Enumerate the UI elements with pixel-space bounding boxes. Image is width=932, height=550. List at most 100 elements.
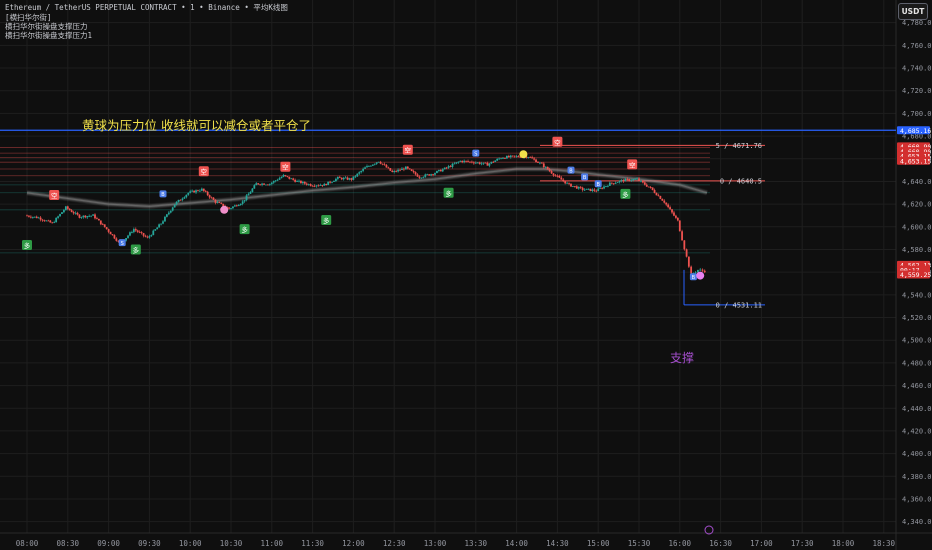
candle [131, 232, 133, 233]
x-tick-label: 17:00 [750, 539, 773, 548]
candle [645, 184, 648, 187]
candle [245, 195, 248, 201]
signal-ball[interactable] [220, 205, 229, 214]
candle [546, 166, 549, 170]
candle [445, 167, 448, 169]
currency-button[interactable]: USDT [898, 3, 928, 20]
candle [373, 163, 376, 165]
candle [453, 163, 456, 165]
candle [393, 171, 396, 173]
candle [261, 183, 263, 185]
candle [502, 158, 504, 159]
y-tick-label: 4,360.00 [902, 495, 932, 503]
candle [507, 155, 510, 158]
candle [542, 163, 545, 168]
candle [362, 168, 365, 171]
candle [111, 234, 114, 236]
level-label: 5 / 4671.76 [716, 142, 762, 150]
x-tick-label: 11:30 [301, 539, 324, 548]
candle [235, 205, 238, 207]
candle [103, 224, 106, 228]
candle [439, 169, 442, 172]
candle [183, 197, 186, 199]
candle [208, 195, 211, 198]
candle [387, 167, 390, 169]
candle [233, 205, 236, 207]
candle [449, 166, 452, 168]
signal-label: 空 [282, 163, 289, 172]
chart-canvas[interactable]: 4,780.00 4,760.00 4,740.00 4,720.00 4,700.00… [0, 0, 932, 550]
candle [515, 156, 518, 157]
price-chart[interactable]: 4,780.00 4,760.00 4,740.00 4,720.00 4,700.00… [0, 0, 932, 550]
x-tick-label: 11:00 [261, 539, 284, 548]
candle [389, 168, 392, 171]
candle [278, 178, 281, 180]
candle [505, 155, 508, 159]
candle [49, 220, 52, 223]
candle [383, 164, 386, 166]
candle [492, 161, 495, 163]
candle [416, 174, 419, 177]
candle [354, 176, 357, 178]
price-tag-label: 4,685.16 [900, 127, 931, 135]
indicator-label-1[interactable]: [横扫华尔街] [5, 13, 52, 22]
signal-label: B [596, 182, 600, 188]
candle [255, 183, 258, 186]
candle [202, 188, 205, 191]
candle [214, 199, 217, 203]
candle [488, 163, 491, 166]
signal-label: B [161, 192, 165, 198]
candle [618, 180, 621, 183]
symbol-title[interactable]: Ethereum / TetherUS PERPETUAL CONTRACT •… [5, 3, 288, 12]
candle [572, 186, 574, 187]
candle [694, 272, 697, 273]
candle [164, 216, 166, 222]
candle [673, 212, 675, 216]
candle [540, 162, 543, 164]
signal-label: 空 [201, 167, 208, 176]
candle [577, 186, 580, 189]
candle [531, 157, 534, 159]
y-tick-label: 4,760.00 [902, 42, 932, 50]
y-tick-label: 4,500.00 [902, 337, 932, 345]
candle [568, 182, 570, 184]
candle [657, 195, 660, 197]
candle [548, 169, 551, 172]
indicator-label-3[interactable]: 横扫华尔街操盘支撑压力1 [5, 31, 92, 40]
candle [496, 158, 499, 161]
candle [109, 231, 112, 235]
candle [589, 188, 592, 192]
candle [140, 232, 143, 234]
level-label: 0 / 4531.11 [716, 301, 762, 309]
candle [282, 175, 285, 177]
candle [517, 156, 520, 157]
candle [420, 177, 423, 179]
signal-ball[interactable] [519, 150, 528, 159]
x-tick-label: 08:30 [57, 539, 80, 548]
candle [177, 199, 180, 202]
candle [469, 161, 471, 163]
x-tick-label: 14:00 [505, 539, 528, 548]
candle [115, 238, 118, 241]
y-tick-label: 4,700.00 [902, 110, 932, 118]
candle [683, 240, 686, 250]
candle [195, 190, 197, 193]
candle [66, 206, 69, 209]
x-tick-label: 13:30 [465, 539, 488, 548]
candle [397, 169, 399, 172]
candle [360, 170, 363, 173]
candle [193, 190, 195, 193]
candle [239, 203, 242, 206]
price-tag-label: 4,653.15 [900, 157, 931, 165]
candle [338, 176, 341, 178]
candle [323, 183, 326, 186]
candle [474, 162, 477, 164]
indicator-label-2[interactable]: 横扫华尔街操盘支撑压力 [5, 22, 88, 31]
candle [371, 164, 374, 166]
candle [26, 215, 28, 217]
signal-ball[interactable] [696, 271, 705, 280]
candle [581, 187, 584, 191]
candle [643, 182, 646, 185]
candle [690, 266, 693, 274]
candle [616, 182, 619, 184]
